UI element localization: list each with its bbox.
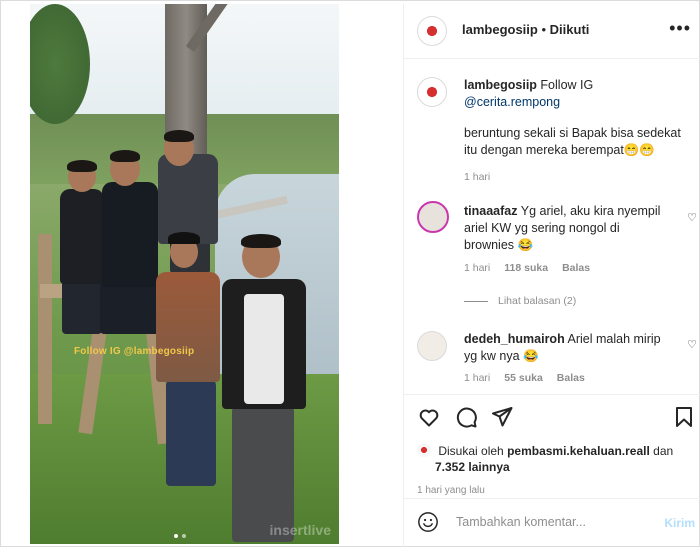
- caption-logo: [422, 82, 442, 102]
- comment-like-heart-icon[interactable]: ♡: [687, 211, 697, 224]
- comment-input[interactable]: [454, 514, 648, 530]
- reply-button[interactable]: Balas: [562, 262, 590, 274]
- separator-dot: •: [541, 22, 547, 37]
- author-logo: [422, 21, 442, 41]
- caption-username[interactable]: lambegosiip: [464, 78, 537, 92]
- comments-list: lambegosiip Follow IG @cerita.rempong be…: [404, 59, 700, 394]
- carousel-dots: [174, 534, 186, 538]
- photo-bench-leg: [38, 234, 52, 424]
- comment-time[interactable]: 1 hari: [464, 372, 490, 384]
- person-legs: [232, 402, 294, 542]
- author-line: lambegosiip • Diikuti: [462, 22, 589, 37]
- likes-summary: Disukai oleh pembasmi.kehaluan.reall dan…: [417, 443, 692, 475]
- person-body: [60, 189, 104, 284]
- comment-bubble-icon[interactable]: [454, 405, 478, 429]
- photo-watermark: Follow IG @lambegosiip: [74, 346, 195, 357]
- caption-mention-link[interactable]: @cerita.rempong: [464, 95, 560, 109]
- comment-meta: 1 hari 55 suka Balas: [464, 372, 585, 384]
- comment-time[interactable]: 1 hari: [464, 262, 490, 274]
- view-replies-button[interactable]: Lihat balasan (2): [464, 295, 576, 307]
- person-cap: [168, 232, 200, 244]
- more-options-icon[interactable]: •••: [669, 18, 691, 39]
- carousel-dot: [174, 534, 178, 538]
- emoji-icon[interactable]: [417, 511, 439, 533]
- person-body: [156, 272, 220, 382]
- caption-follow-text: Follow IG: [540, 78, 594, 92]
- author-username[interactable]: lambegosiip: [462, 22, 538, 37]
- comment-meta: 1 hari 118 suka Balas: [464, 262, 590, 274]
- comment: tinaaafaz Yg ariel, aku kira nyempil ari…: [464, 203, 669, 254]
- person-body: [102, 182, 158, 287]
- reply-button[interactable]: Balas: [557, 372, 585, 384]
- person-body: [158, 154, 218, 244]
- person-hair: [67, 160, 97, 172]
- person-hair: [241, 234, 281, 248]
- share-send-icon[interactable]: [490, 405, 514, 429]
- liker-username[interactable]: pembasmi.kehaluan.reall: [507, 444, 650, 458]
- person-hair: [164, 130, 194, 142]
- caption-meta: 1 hari: [464, 171, 490, 183]
- post-header: lambegosiip • Diikuti •••: [404, 4, 700, 59]
- comment: dedeh_humairoh Ariel malah mirip yg kw n…: [464, 331, 669, 365]
- author-avatar[interactable]: [417, 16, 447, 46]
- person-shirt: [244, 294, 284, 404]
- replies-line: [464, 300, 488, 302]
- post-time[interactable]: 1 hari yang lalu: [417, 485, 485, 496]
- liker-avatar[interactable]: [417, 443, 431, 457]
- view-replies-label: Lihat balasan (2): [498, 295, 577, 307]
- comment-username[interactable]: tinaaafaz: [464, 204, 518, 218]
- bookmark-icon[interactable]: [672, 405, 696, 429]
- like-heart-icon[interactable]: [417, 405, 441, 429]
- post-actions: Disukai oleh pembasmi.kehaluan.reall dan…: [404, 394, 700, 499]
- brand-watermark: insertlive: [269, 522, 331, 538]
- likes-prefix: Disukai oleh: [438, 444, 504, 458]
- post-side-panel: lambegosiip • Diikuti ••• lambegosiip Fo…: [403, 4, 700, 547]
- post-comment-button[interactable]: Kirim: [664, 516, 695, 530]
- comment-username[interactable]: dedeh_humairoh: [464, 332, 565, 346]
- add-comment-bar: Kirim: [404, 498, 700, 548]
- caption-time[interactable]: 1 hari: [464, 171, 490, 183]
- caption-avatar[interactable]: [417, 77, 447, 107]
- caption-body: beruntung sekali si Bapak bisa sedekat i…: [464, 126, 681, 157]
- person-legs: [166, 376, 216, 486]
- commenter-avatar[interactable]: [417, 331, 447, 361]
- comment-likes[interactable]: 118 suka: [504, 262, 548, 274]
- caption: lambegosiip Follow IG @cerita.rempong: [464, 77, 689, 111]
- likes-count[interactable]: 7.352 lainnya: [435, 460, 510, 474]
- comment-like-heart-icon[interactable]: ♡: [687, 338, 697, 351]
- comment-likes[interactable]: 55 suka: [504, 372, 543, 384]
- post-photo[interactable]: Follow IG @lambegosiip insertlive: [30, 4, 339, 544]
- person-hair: [110, 150, 140, 162]
- follow-status[interactable]: Diikuti: [550, 22, 590, 37]
- commenter-avatar[interactable]: [417, 201, 449, 233]
- likes-middle: dan: [653, 444, 674, 458]
- carousel-dot: [182, 534, 186, 538]
